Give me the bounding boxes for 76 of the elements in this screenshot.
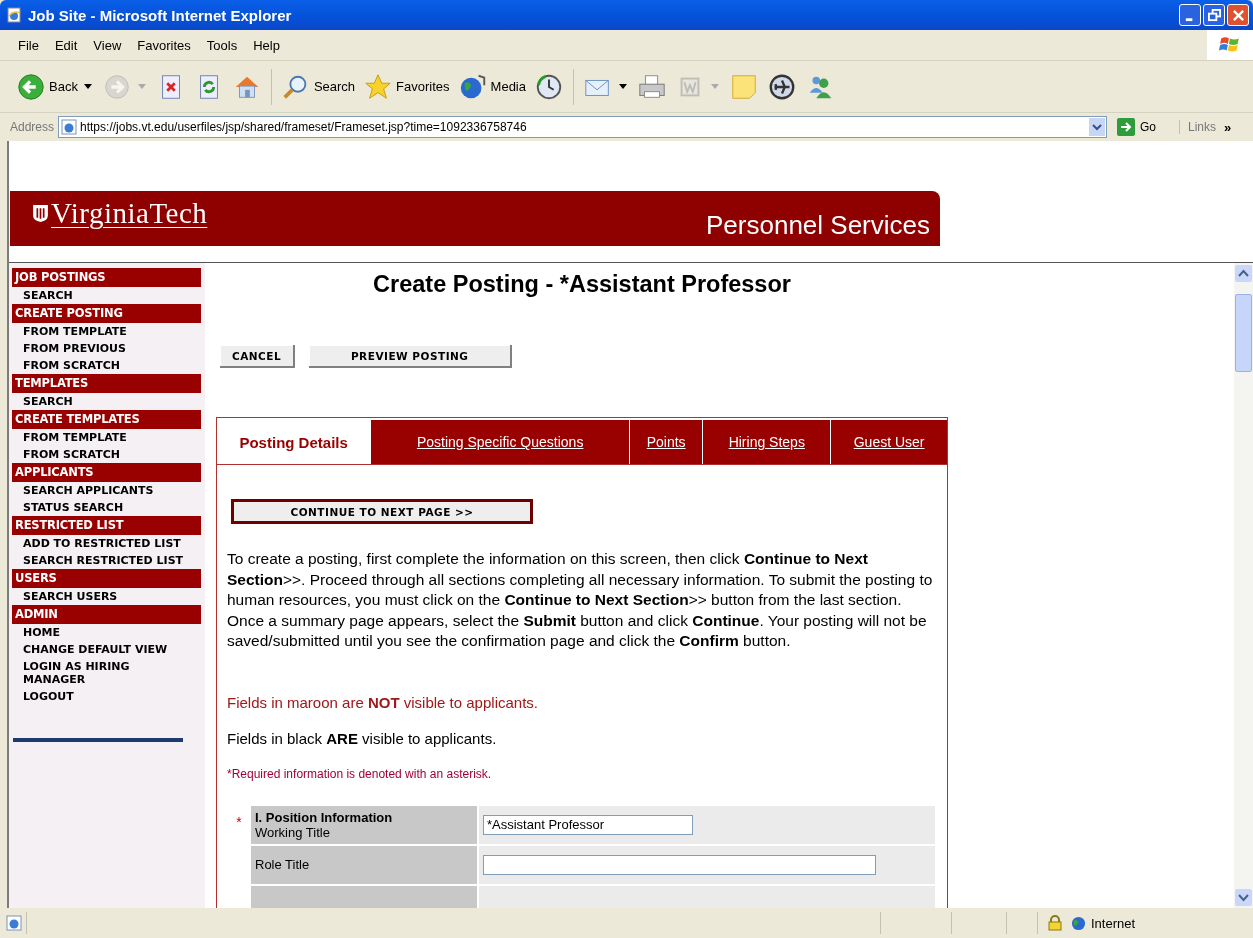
tab[interactable]: Hiring Steps: [702, 420, 831, 464]
menu-item[interactable]: Favorites: [129, 37, 199, 53]
dropdown-icon[interactable]: [1089, 118, 1106, 136]
scroll-thumb[interactable]: [1235, 294, 1252, 372]
links-button[interactable]: Links: [1179, 120, 1217, 134]
sidebar-heading: USERS: [12, 569, 201, 588]
scroll-down-icon[interactable]: [1235, 889, 1252, 906]
globe-icon: [1071, 915, 1086, 931]
sidebar-link[interactable]: SEARCH: [9, 287, 197, 304]
field-label: Role Title: [255, 857, 311, 872]
sidebar-link[interactable]: SEARCH USERS: [9, 588, 197, 605]
tab[interactable]: Guest User: [830, 420, 947, 464]
page-icon: [6, 915, 22, 931]
section-title: I. Position Information: [255, 809, 394, 825]
instructions-text: To create a posting, first complete the information on this screen, then click Continue to Next Section>>. Proceed through all sections completing all necessary information. To submit the posting to human resources, you must click on the Continue to Next Section>> button from the last section. Once a summary page appears, select the Submit button and click Continue. Your posting will not be saved/submitted until you see the confirmation page and click the Confirm button.: [227, 549, 934, 651]
caret-icon[interactable]: [83, 84, 92, 89]
sidebar-link[interactable]: FROM PREVIOUS: [9, 340, 197, 357]
search-button[interactable]: Search: [278, 69, 358, 104]
browser-icon: [6, 7, 22, 23]
note-text: *Required information is denoted with an asterisk.: [227, 766, 493, 781]
tab[interactable]: Posting Specific Questions: [370, 420, 629, 464]
chevron-button[interactable]: »: [1224, 119, 1232, 135]
text-field[interactable]: *Assistant Professor: [483, 814, 693, 835]
sidebar-link[interactable]: SEARCH RESTRICTED LIST: [9, 552, 197, 569]
sidebar-heading: RESTRICTED LIST: [12, 516, 201, 535]
sidebar-heading: CREATE POSTING: [12, 304, 201, 323]
tab[interactable]: Points: [629, 420, 703, 464]
favorites-icon[interactable]: [363, 71, 394, 102]
logo-text[interactable]: VirginiaTech: [51, 196, 208, 230]
text-field[interactable]: [483, 854, 876, 875]
media-button[interactable]: Media: [455, 69, 528, 104]
sidebar-link[interactable]: FROM TEMPLATE: [9, 323, 197, 340]
back-icon[interactable]: [16, 71, 46, 102]
menu-item[interactable]: View: [85, 37, 130, 53]
page-title: Create Posting - *Assistant Professor: [372, 270, 792, 299]
sidebar-link[interactable]: FROM SCRATCH: [9, 357, 197, 374]
sidebar-link[interactable]: SEARCH: [9, 393, 197, 410]
sidebar-heading: APPLICANTS: [12, 463, 201, 482]
page-icon: [61, 119, 78, 135]
menu-item[interactable]: Help: [245, 37, 288, 53]
field-label: Working Title: [255, 824, 331, 840]
sidebar-link[interactable]: FROM SCRATCH: [9, 446, 197, 463]
sidebar-heading: CREATE TEMPLATES: [12, 410, 201, 429]
sidebar-link[interactable]: SEARCH APPLICANTS: [9, 482, 197, 499]
menu-item[interactable]: Edit: [46, 37, 86, 53]
action-button[interactable]: CANCEL: [220, 345, 296, 368]
caret-icon[interactable]: [619, 84, 627, 89]
zone-label: Internet: [1091, 915, 1136, 931]
sidebar-link[interactable]: HOME: [9, 624, 197, 641]
scrollbar[interactable]: [1234, 263, 1253, 908]
note-text: Fields in black ARE visible to applicants.: [227, 729, 498, 747]
sidebar-link[interactable]: CHANGE DEFAULT VIEW: [9, 641, 197, 658]
sidebar-link[interactable]: STATUS SEARCH: [9, 499, 197, 516]
back-button[interactable]: Back: [14, 69, 80, 104]
address-field[interactable]: https://jobs.vt.edu/userfiles/jsp/shared/frameset/Frameset.jsp?time=1092336758746: [58, 116, 1108, 138]
window-title: Job Site - Microsoft Internet Explorer: [28, 6, 293, 24]
scroll-up-icon[interactable]: [1235, 265, 1252, 282]
required-asterisk: *: [236, 813, 242, 830]
menu-item[interactable]: Tools: [198, 37, 246, 53]
sidebar-link[interactable]: LOGIN AS HIRING MANAGER: [9, 658, 197, 688]
sidebar-heading: ADMIN: [12, 605, 201, 624]
sidebar-link[interactable]: FROM TEMPLATE: [9, 429, 197, 446]
action-button[interactable]: PREVIEW POSTING: [309, 345, 513, 368]
favorites-button[interactable]: Favorites: [361, 69, 452, 104]
note-text: Fields in maroon are NOT visible to applicants.: [227, 693, 539, 711]
continue-button[interactable]: CONTINUE TO NEXT PAGE >>: [231, 499, 533, 524]
menu-item[interactable]: File: [10, 37, 47, 53]
lock-icon: [1048, 915, 1062, 931]
sidebar-heading: TEMPLATES: [12, 374, 201, 393]
go-button[interactable]: Go: [1111, 118, 1172, 136]
address-label: Address: [10, 120, 55, 134]
sidebar-heading: JOB POSTINGS: [12, 268, 201, 287]
sidebar-link[interactable]: LOGOUT: [9, 688, 197, 705]
banner-title: Personnel Services: [706, 210, 930, 241]
sidebar-link[interactable]: ADD TO RESTRICTED LIST: [9, 535, 197, 552]
shield-icon: [32, 203, 49, 223]
